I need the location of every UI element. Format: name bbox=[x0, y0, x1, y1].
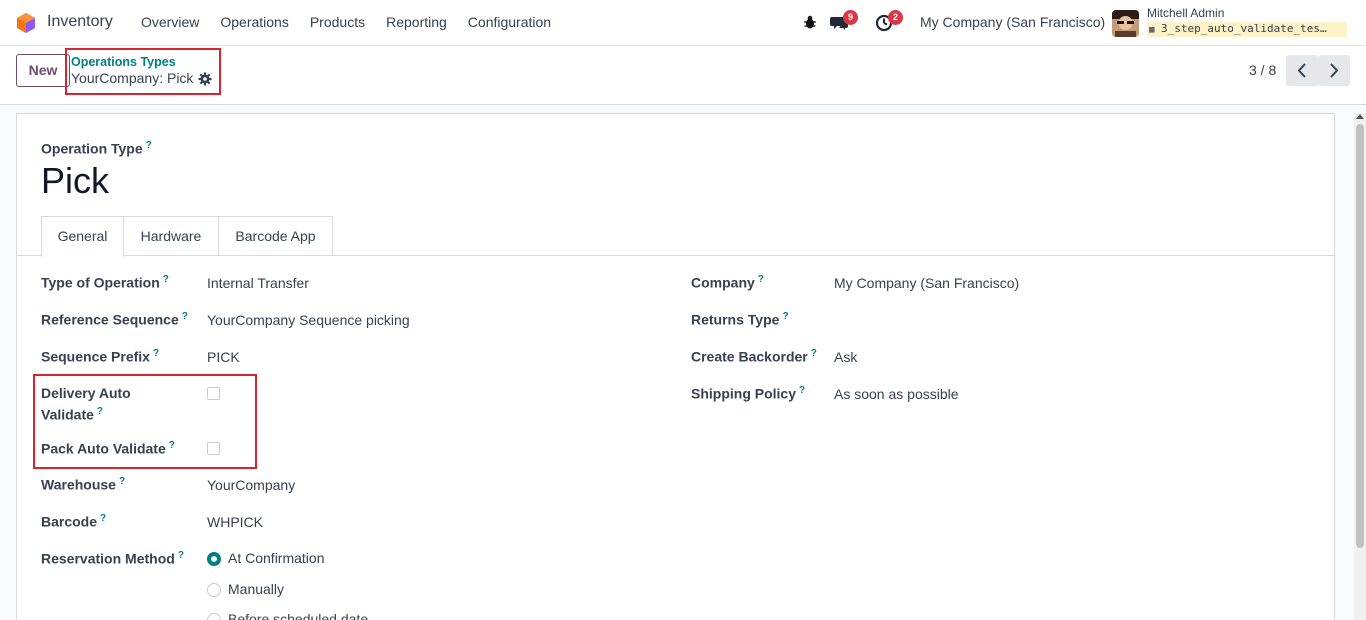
menu-configuration[interactable]: Configuration bbox=[468, 14, 551, 30]
app-name[interactable]: Inventory bbox=[47, 13, 113, 31]
delivery-auto-validate-label-line2: Validate? bbox=[41, 406, 104, 423]
returns-type-label: Returns Type? bbox=[691, 311, 789, 328]
company-label: Company? bbox=[691, 274, 764, 291]
menu-operations[interactable]: Operations bbox=[220, 14, 288, 30]
breadcrumb-current: YourCompany: Pick bbox=[71, 70, 194, 86]
database-name: ▦ 3_step_auto_validate_tes… bbox=[1147, 22, 1347, 37]
bug-icon[interactable] bbox=[802, 14, 818, 30]
company-value[interactable]: My Company (San Francisco) bbox=[834, 275, 1019, 291]
messages-count-badge: 9 bbox=[843, 10, 858, 25]
main-menu: Overview Operations Products Reporting C… bbox=[141, 14, 572, 30]
delivery-auto-validate-label-line1: Delivery Auto bbox=[41, 385, 131, 401]
operation-type-label: Operation Type? bbox=[41, 140, 152, 157]
pack-auto-validate-checkbox[interactable] bbox=[207, 442, 220, 455]
pager-previous-button[interactable] bbox=[1286, 55, 1318, 86]
user-avatar[interactable] bbox=[1112, 10, 1139, 37]
shipping-policy-value[interactable]: As soon as possible bbox=[834, 386, 959, 402]
company-switcher[interactable]: My Company (San Francisco) bbox=[920, 14, 1105, 30]
sequence-prefix-value[interactable]: PICK bbox=[207, 349, 240, 365]
reservation-method-label: Reservation Method? bbox=[41, 550, 184, 567]
control-panel: New Operations Types YourCompany: Pick 3… bbox=[0, 46, 1366, 105]
menu-reporting[interactable]: Reporting bbox=[386, 14, 447, 30]
tab-barcode-app[interactable]: Barcode App bbox=[219, 216, 333, 256]
activities-count-badge: 2 bbox=[888, 10, 903, 25]
menu-products[interactable]: Products bbox=[310, 14, 365, 30]
reservation-at-confirmation-radio[interactable] bbox=[207, 552, 221, 566]
type-of-operation-value[interactable]: Internal Transfer bbox=[207, 275, 309, 291]
warehouse-value[interactable]: YourCompany bbox=[207, 477, 295, 493]
reservation-before-scheduled-radio[interactable] bbox=[207, 613, 221, 620]
shipping-policy-label: Shipping Policy? bbox=[691, 385, 806, 402]
tab-hardware[interactable]: Hardware bbox=[124, 216, 219, 256]
pager-next-button[interactable] bbox=[1318, 55, 1350, 86]
user-name[interactable]: Mitchell Admin bbox=[1147, 6, 1224, 20]
notebook-tabs: General Hardware Barcode App bbox=[16, 216, 1334, 257]
warehouse-label: Warehouse? bbox=[41, 476, 126, 493]
scrollbar-thumb[interactable] bbox=[1356, 124, 1364, 548]
top-navbar: Inventory Overview Operations Products R… bbox=[0, 0, 1366, 46]
database-icon: ▦ bbox=[1149, 25, 1155, 35]
reservation-before-scheduled-label[interactable]: Before scheduled date bbox=[228, 611, 368, 620]
tab-general[interactable]: General bbox=[41, 216, 124, 257]
chevron-left-icon bbox=[1297, 63, 1306, 78]
new-button[interactable]: New bbox=[16, 54, 70, 87]
barcode-value[interactable]: WHPICK bbox=[207, 514, 263, 530]
inventory-app-icon[interactable] bbox=[15, 12, 37, 34]
breadcrumb-parent[interactable]: Operations Types bbox=[71, 55, 176, 69]
create-backorder-label: Create Backorder? bbox=[691, 348, 817, 365]
form-sheet bbox=[16, 113, 1335, 620]
reservation-manually-radio[interactable] bbox=[207, 583, 221, 597]
record-title[interactable]: Pick bbox=[41, 160, 109, 202]
reservation-manually-label[interactable]: Manually bbox=[228, 581, 284, 597]
database-label: 3_step_auto_validate_tes… bbox=[1161, 22, 1327, 35]
type-of-operation-label: Type of Operation? bbox=[41, 274, 169, 291]
gear-icon[interactable] bbox=[198, 72, 212, 86]
chevron-right-icon bbox=[1330, 63, 1339, 78]
barcode-label: Barcode? bbox=[41, 513, 107, 530]
pack-auto-validate-label: Pack Auto Validate? bbox=[41, 440, 175, 457]
sequence-prefix-label: Sequence Prefix? bbox=[41, 348, 160, 365]
reference-sequence-value[interactable]: YourCompany Sequence picking bbox=[207, 312, 410, 328]
pager-value[interactable]: 3 / 8 bbox=[1249, 62, 1276, 78]
create-backorder-value[interactable]: Ask bbox=[834, 349, 857, 365]
reservation-at-confirmation-label[interactable]: At Confirmation bbox=[228, 550, 324, 566]
scroll-up-arrow-icon[interactable] bbox=[1356, 114, 1364, 119]
reference-sequence-label: Reference Sequence? bbox=[41, 311, 188, 328]
menu-overview[interactable]: Overview bbox=[141, 14, 199, 30]
delivery-auto-validate-checkbox[interactable] bbox=[207, 387, 220, 400]
